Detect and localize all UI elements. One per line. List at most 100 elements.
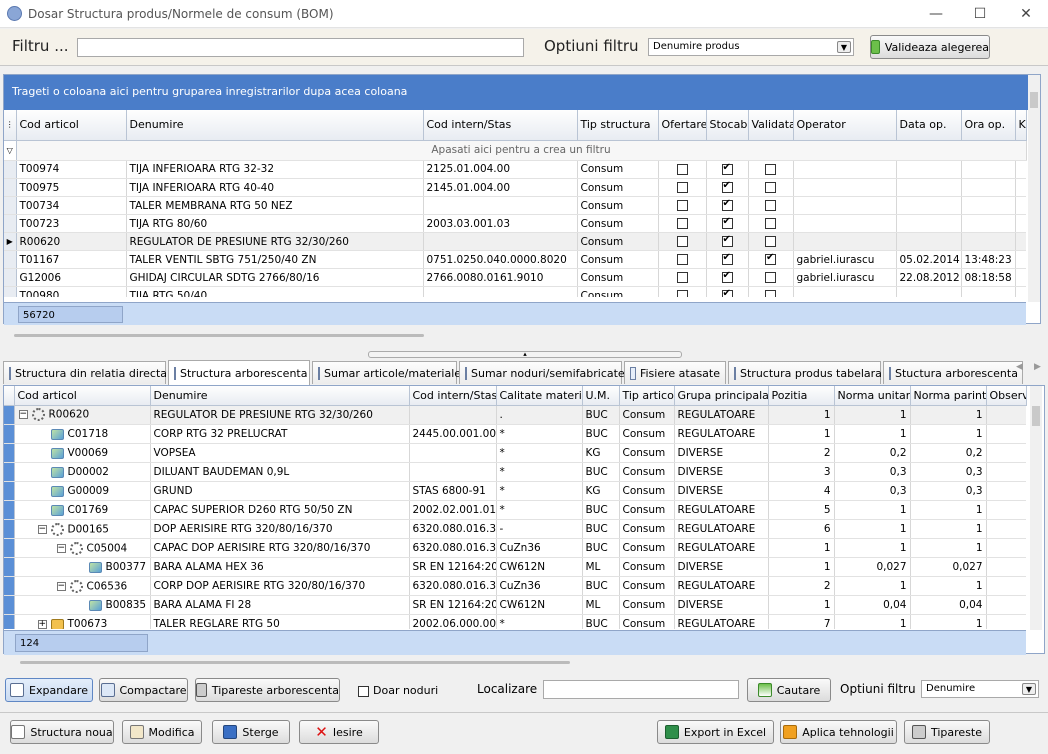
stocabil-checkbox[interactable] bbox=[721, 216, 733, 229]
tab-5[interactable]: Fisiere atasate bbox=[624, 361, 726, 384]
expand-node-icon[interactable]: + bbox=[37, 619, 47, 629]
splitter-handle[interactable]: ▴ bbox=[368, 351, 682, 358]
col-header[interactable]: Observa bbox=[986, 386, 1027, 406]
table-row[interactable]: ▶ R00620 REGULATOR DE PRESIUNE RTG 32/30/2… bbox=[4, 232, 1026, 251]
col-header[interactable]: Norma unitara bbox=[834, 386, 911, 406]
stocabil-checkbox[interactable] bbox=[721, 288, 733, 297]
stocabil-checkbox[interactable] bbox=[721, 198, 733, 211]
ofertare-checkbox[interactable] bbox=[676, 272, 688, 283]
stocabil-checkbox[interactable] bbox=[721, 270, 733, 283]
ofertare-checkbox[interactable] bbox=[676, 218, 688, 229]
validata-checkbox[interactable] bbox=[765, 272, 776, 283]
col-header[interactable]: Grupa principala bbox=[674, 386, 769, 406]
collapse-button[interactable]: Compactare bbox=[99, 678, 188, 702]
search-button[interactable]: Cautare bbox=[747, 678, 831, 702]
tab-scroll-left-icon[interactable]: ◀ bbox=[1016, 362, 1023, 372]
close-icon[interactable]: ✕ bbox=[1016, 4, 1036, 24]
ofertare-checkbox[interactable] bbox=[676, 254, 688, 265]
ofertare-checkbox[interactable] bbox=[676, 236, 688, 247]
table-row[interactable]: T00734 TALER MEMBRANA RTG 50 NEZ Consum bbox=[4, 196, 1026, 215]
tree-row[interactable]: D00002 DILUANT BAUDEMAN 0,9L * BUC Consum DIV… bbox=[4, 462, 1026, 482]
collapse-node-icon[interactable]: − bbox=[56, 581, 66, 591]
ofertare-checkbox[interactable] bbox=[676, 290, 688, 297]
validata-checkbox[interactable] bbox=[765, 218, 776, 229]
articles-hscroll[interactable] bbox=[14, 334, 424, 337]
col-header[interactable]: Tip articol bbox=[619, 386, 675, 406]
col-header[interactable]: Cod intern/Stas bbox=[409, 386, 497, 406]
maximize-icon[interactable]: ☐ bbox=[970, 4, 990, 24]
apply-technologies-button[interactable]: Aplica tehnologii bbox=[780, 720, 897, 744]
tab-1[interactable]: Structura din relatia directa bbox=[3, 361, 167, 384]
col-header[interactable]: U.M. bbox=[582, 386, 620, 406]
locate-input[interactable] bbox=[543, 680, 739, 699]
col-header[interactable]: Calitate material bbox=[496, 386, 583, 406]
tab-3[interactable]: Sumar articole/materiale bbox=[312, 361, 461, 384]
tree-row[interactable]: + T00673 TALER REGLARE RTG 50 2002.06.000.0… bbox=[4, 614, 1026, 629]
col-header[interactable]: Validata bbox=[748, 110, 794, 141]
col-header[interactable]: Ora op. bbox=[961, 110, 1016, 141]
validata-checkbox[interactable] bbox=[765, 163, 776, 175]
column-chooser-icon[interactable]: ⋮ bbox=[4, 110, 17, 141]
tree-row[interactable]: C01718 CORP RTG 32 PRELUCRAT 2445.00.001.0… bbox=[4, 424, 1026, 444]
validata-checkbox[interactable] bbox=[765, 182, 776, 193]
col-header[interactable]: Kg bbox=[1015, 110, 1027, 141]
collapse-node-icon[interactable]: − bbox=[56, 543, 66, 553]
tab-2[interactable]: Structura arborescenta bbox=[168, 360, 310, 385]
stocabil-checkbox[interactable] bbox=[721, 162, 733, 175]
table-row[interactable]: T00975 TIJA INFERIOARA RTG 40-40 2145.01.0… bbox=[4, 178, 1026, 197]
table-row[interactable]: T00980 TIJA RTG 50/40 Consum bbox=[4, 286, 1026, 297]
leaf-nodes-checkbox[interactable] bbox=[358, 685, 369, 697]
tree-row[interactable]: − R00620 REGULATOR DE PRESIUNE RTG 32/30/2… bbox=[4, 405, 1026, 425]
tab-6[interactable]: Structura produs tabelara bbox=[728, 361, 882, 384]
print-button[interactable]: Tipareste bbox=[904, 720, 990, 744]
table-row[interactable]: T00974 TIJA INFERIOARA RTG 32-32 2125.01.0… bbox=[4, 160, 1026, 179]
col-header[interactable]: Tip structura bbox=[577, 110, 659, 141]
tree-row[interactable]: G00009 GRUND STAS 6800-91 * KG Consum DIVERSE 4… bbox=[4, 481, 1026, 501]
collapse-node-icon[interactable]: − bbox=[37, 524, 47, 534]
validata-checkbox[interactable] bbox=[765, 252, 776, 265]
print-tree-button[interactable]: Tipareste arborescenta bbox=[195, 678, 340, 702]
col-header[interactable]: Ofertare bbox=[658, 110, 707, 141]
col-header[interactable]: Cod intern/Stas bbox=[423, 110, 578, 141]
col-header[interactable]: Pozitia bbox=[768, 386, 835, 406]
col-header[interactable]: Cod articol bbox=[14, 386, 151, 406]
table-row[interactable]: T00723 TIJA RTG 80/60 2003.03.001.03 Consum bbox=[4, 214, 1026, 233]
col-header[interactable]: Denumire bbox=[126, 110, 424, 141]
tree-row[interactable]: − C06536 CORP DOP AERISIRE RTG 320/80/16/3… bbox=[4, 576, 1026, 596]
tab-4[interactable]: Sumar noduri/semifabricate bbox=[459, 361, 625, 384]
minimize-icon[interactable]: — bbox=[926, 4, 946, 24]
ofertare-checkbox[interactable] bbox=[676, 200, 688, 211]
tree-row[interactable]: B00377 BARA ALAMA HEX 36 SR EN 12164:200 CW… bbox=[4, 557, 1026, 577]
tree-row[interactable]: B00835 BARA ALAMA FI 28 SR EN 12164:200 CW6… bbox=[4, 595, 1026, 615]
tab-scroll-right-icon[interactable]: ▶ bbox=[1034, 362, 1041, 372]
col-header[interactable]: Norma parinte bbox=[910, 386, 987, 406]
validate-button[interactable]: Valideaza alegerea bbox=[870, 35, 990, 59]
tree-row[interactable]: C01769 CAPAC SUPERIOR D260 RTG 50/50 ZN 20… bbox=[4, 500, 1026, 520]
exit-button[interactable]: ✕ Iesire bbox=[299, 720, 379, 744]
collapse-node-icon[interactable]: − bbox=[18, 410, 28, 420]
edit-button[interactable]: Modifica bbox=[122, 720, 202, 744]
stocabil-checkbox[interactable] bbox=[721, 180, 733, 193]
export-excel-button[interactable]: Export in Excel bbox=[657, 720, 774, 744]
group-by-panel[interactable]: Trageti o coloana aici pentru gruparea i… bbox=[4, 75, 1040, 110]
filter-input[interactable] bbox=[77, 38, 524, 57]
filter-row-hint[interactable]: Apasati aici pentru a crea un filtru bbox=[16, 140, 1027, 161]
validata-checkbox[interactable] bbox=[765, 290, 776, 297]
table-row[interactable]: T01167 TALER VENTIL SBTG 751/250/40 ZN 075… bbox=[4, 250, 1026, 269]
col-header[interactable]: Data op. bbox=[896, 110, 962, 141]
delete-button[interactable]: Sterge bbox=[212, 720, 290, 744]
col-header[interactable]: Stocabil bbox=[706, 110, 749, 141]
tree-row[interactable]: − D00165 DOP AERISIRE RTG 320/80/16/370 632… bbox=[4, 519, 1026, 539]
filter-options-select[interactable]: Denumire produs ▼ bbox=[648, 38, 854, 56]
new-structure-button[interactable]: Structura noua bbox=[10, 720, 114, 744]
validata-checkbox[interactable] bbox=[765, 200, 776, 211]
articles-scrollbar[interactable] bbox=[1028, 75, 1040, 302]
filter-row[interactable]: ▽ Apasati aici pentru a crea un filtru bbox=[4, 140, 1027, 161]
stocabil-checkbox[interactable] bbox=[721, 234, 733, 247]
expand-button[interactable]: Expandare bbox=[5, 678, 93, 702]
ofertare-checkbox[interactable] bbox=[676, 163, 688, 175]
col-header[interactable]: Cod articol bbox=[16, 110, 127, 141]
tab-7[interactable]: Stuctura arborescenta bbox=[883, 361, 1023, 384]
tree-options-select[interactable]: Denumire ▼ bbox=[921, 680, 1039, 698]
col-header[interactable]: Denumire bbox=[150, 386, 410, 406]
